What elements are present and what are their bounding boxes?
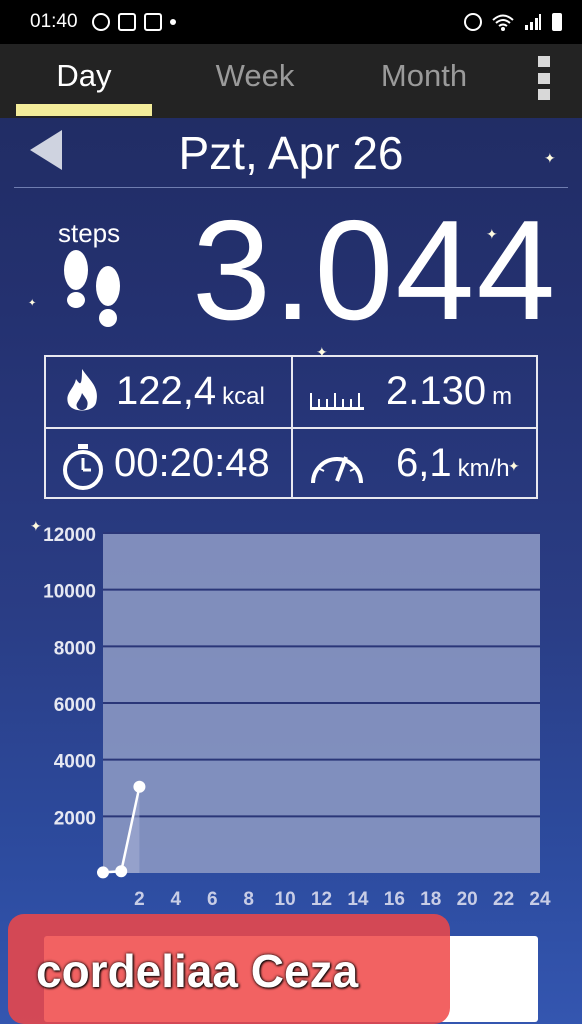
date-row: Pzt, Apr 26 — [0, 118, 582, 188]
steps-count: 3.044 — [192, 191, 558, 350]
y-tick-label: 8000 — [54, 638, 96, 659]
y-tick-label: 2000 — [54, 808, 96, 829]
x-tick-label: 14 — [347, 889, 369, 910]
y-tick-label: 12000 — [43, 525, 96, 546]
system-icons — [464, 13, 562, 31]
gmail-icon — [117, 13, 136, 31]
status-time: 01:40 — [30, 11, 78, 32]
tab-day[interactable]: Day — [16, 58, 152, 94]
speed-stat: 6,1 km/h — [396, 441, 510, 486]
x-tick-label: 18 — [420, 889, 441, 910]
divider — [14, 187, 568, 188]
signal-icon — [525, 14, 541, 30]
tab-bar: Day Week Month — [0, 44, 582, 118]
stopwatch-icon — [63, 444, 103, 490]
notification-icons — [91, 13, 176, 31]
duration-stat: 00:20:48 — [114, 441, 270, 486]
sparkle-icon: ✦ — [508, 458, 520, 474]
calories-unit: kcal — [222, 383, 265, 410]
tab-month[interactable]: Month — [360, 58, 488, 94]
x-tick-label: 2 — [134, 889, 145, 910]
sparkle-icon: ✦ — [486, 226, 498, 242]
x-tick-label: 12 — [311, 889, 332, 910]
distance-unit: m — [492, 383, 513, 410]
sparkle-icon: ✦ — [28, 298, 37, 309]
x-tick-label: 4 — [171, 889, 182, 910]
ad-text: cordeliaa Ceza — [36, 945, 359, 997]
steps-chart: 2000 4000 6000 8000 10000 12000 2 4 6 8 10 12 14 16 18… — [0, 515, 582, 915]
x-tick-label: 20 — [457, 889, 478, 910]
sparkle-icon: ✦ — [544, 150, 556, 166]
x-tick-label: 24 — [529, 889, 551, 910]
y-tick-label: 10000 — [43, 582, 96, 603]
x-tick-label: 16 — [384, 889, 405, 910]
y-tick-label: 4000 — [54, 752, 96, 773]
duration-value: 00:20:48 — [114, 441, 270, 485]
alarm-icon — [464, 13, 482, 31]
steps-chart-svg: 200040006000800010000120002 4 6 8 10 12 14 16 18… — [43, 525, 551, 910]
data-point — [115, 865, 128, 878]
data-point — [97, 866, 109, 879]
speed-value: 6,1 — [396, 441, 452, 485]
date-label: Pzt, Apr 26 — [178, 127, 404, 179]
sparkle-icon: ✦ — [316, 344, 328, 360]
steps-label: steps — [58, 218, 121, 248]
distance-stat: 2.130 m — [386, 369, 512, 414]
battery-icon — [552, 13, 562, 31]
overflow-menu-icon[interactable] — [534, 56, 554, 100]
ruler-icon — [310, 393, 364, 410]
active-tab-indicator — [16, 104, 152, 116]
data-point — [133, 780, 146, 793]
x-tick-label: 10 — [275, 889, 296, 910]
sparkle-icon: ✦ — [30, 518, 42, 534]
whatsapp-icon — [91, 13, 110, 31]
x-tick-label: 8 — [243, 889, 254, 910]
footprints-icon — [64, 250, 120, 327]
distance-value: 2.130 — [386, 369, 487, 413]
dot-icon — [169, 19, 176, 25]
calories-stat: 122,4 kcal — [116, 369, 265, 414]
calories-value: 122,4 — [116, 369, 217, 413]
status-bar: 01:40 — [0, 0, 582, 44]
flame-icon — [67, 369, 97, 411]
stats-grid: 122,4 kcal 2.130 m 00:20:48 6,1 km/h — [44, 355, 538, 499]
speed-unit: km/h — [457, 455, 510, 482]
wifi-icon — [492, 14, 514, 31]
voicemail-icon — [143, 13, 162, 31]
tab-week[interactable]: Week — [190, 58, 320, 94]
x-tick-label: 22 — [493, 889, 514, 910]
x-tick-label: 6 — [207, 889, 218, 910]
y-tick-label: 6000 — [54, 695, 96, 716]
speedometer-icon — [311, 456, 363, 484]
